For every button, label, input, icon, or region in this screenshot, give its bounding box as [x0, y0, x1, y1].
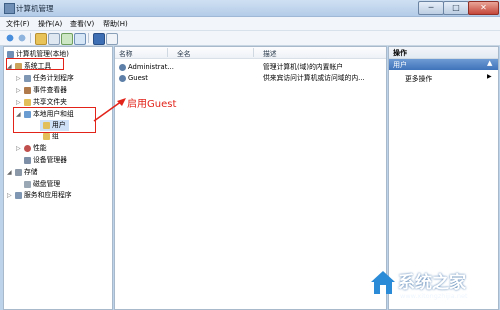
maximize-button[interactable]: □ [443, 1, 469, 15]
computer-management-icon [4, 3, 15, 14]
column-divider[interactable] [253, 48, 254, 57]
list-header: 名称 全名 描述 [115, 47, 386, 59]
actions-header: 操作 [389, 47, 498, 59]
refresh-icon[interactable] [61, 33, 73, 45]
tree-item-services-apps[interactable]: 服务和应用程序 [15, 190, 72, 201]
toolbar-divider [30, 33, 31, 43]
back-icon[interactable] [5, 33, 15, 43]
actions-section-label: 用户 [393, 61, 407, 69]
tree-item-device-manager[interactable]: 设备管理器 [24, 155, 67, 166]
collapse-arrow-icon[interactable]: ◢ [7, 169, 12, 176]
export-list-icon[interactable] [74, 33, 86, 45]
disk-icon [24, 180, 31, 188]
expand-arrow-icon[interactable]: ▷ [16, 145, 21, 152]
watermark-url: www.xitongzhijia.net [400, 292, 468, 300]
menu-bar: 文件(F) 操作(A) 查看(V) 帮助(H) [0, 17, 500, 31]
shared-folder-icon [24, 98, 31, 106]
expand-arrow-icon[interactable]: ▷ [16, 75, 21, 82]
expand-arrow-icon[interactable]: ▷ [7, 192, 12, 199]
annotation-arrow-icon [93, 98, 126, 122]
show-hide-tree-icon[interactable] [48, 33, 60, 45]
list-cell-description: 管理计算机(域)的内置帐户 [263, 63, 344, 71]
close-button[interactable]: ✕ [468, 1, 499, 15]
tree-item-task-scheduler[interactable]: 任务计划程序 [24, 73, 74, 84]
list-cell-description: 供来宾访问计算机或访问域的内... [263, 74, 365, 82]
tree-item-performance[interactable]: 性能 [24, 143, 47, 154]
menu-action[interactable]: 操作(A) [38, 19, 62, 29]
toolbar-divider [88, 33, 89, 43]
clock-icon [24, 74, 31, 82]
title-bar: 计算机管理 ─ □ ✕ [0, 0, 500, 17]
watermark: 系统之家 www.xitongzhijia.net [370, 264, 498, 306]
collapse-arrow-icon[interactable]: ▲ [487, 59, 492, 67]
more-actions-link[interactable]: 更多操作 [405, 73, 432, 83]
tree-item-disk-management[interactable]: 磁盘管理 [24, 179, 60, 190]
window-title: 计算机管理 [16, 4, 54, 13]
help-icon[interactable] [93, 33, 105, 45]
highlight-local-users [13, 107, 96, 133]
menu-file[interactable]: 文件(F) [6, 19, 30, 29]
house-logo-icon [371, 271, 395, 294]
watermark-brand: 系统之家 [398, 273, 466, 293]
list-row-guest[interactable]: Guest 供来宾访问计算机或访问域的内... [115, 73, 386, 84]
column-name[interactable]: 名称 [119, 48, 133, 58]
user-icon [119, 63, 126, 71]
column-divider[interactable] [167, 48, 168, 57]
actions-title: 操作 [393, 49, 407, 57]
annotation-text: 启用Guest [127, 99, 177, 110]
properties-icon[interactable] [106, 33, 118, 45]
toolbar [0, 31, 500, 46]
expand-arrow-icon[interactable]: ▷ [16, 87, 21, 94]
performance-icon [24, 144, 31, 152]
navigation-tree: 计算机管理(本地) ◢ 系统工具 ▷ 任务计划程序 ▷ 事件查看器 ▷ 共享文件… [3, 46, 113, 310]
device-manager-icon [24, 156, 31, 164]
user-icon [119, 74, 126, 82]
minimize-button[interactable]: ─ [418, 1, 444, 15]
services-icon [15, 191, 22, 199]
folder-icon [43, 132, 50, 140]
column-fullname[interactable]: 全名 [177, 48, 191, 58]
event-viewer-icon [24, 86, 31, 94]
tree-item-event-viewer[interactable]: 事件查看器 [24, 85, 67, 96]
column-description[interactable]: 描述 [263, 48, 277, 58]
computer-icon [7, 50, 14, 58]
user-list: 名称 全名 描述 Administrat... 管理计算机(域)的内置帐户 Gu… [114, 46, 387, 310]
tree-item-storage[interactable]: 存储 [15, 167, 38, 178]
submenu-arrow-icon[interactable]: ▶ [487, 73, 492, 80]
highlight-system-tools [6, 58, 64, 70]
list-row-administrator[interactable]: Administrat... 管理计算机(域)的内置帐户 [115, 62, 386, 73]
forward-icon[interactable] [17, 33, 27, 43]
up-folder-icon[interactable] [35, 33, 47, 45]
storage-icon [15, 168, 22, 176]
expand-arrow-icon[interactable]: ▷ [16, 99, 21, 106]
menu-help[interactable]: 帮助(H) [103, 19, 128, 29]
menu-view[interactable]: 查看(V) [70, 19, 94, 29]
actions-section-users[interactable]: 用户 ▲ [389, 59, 498, 70]
